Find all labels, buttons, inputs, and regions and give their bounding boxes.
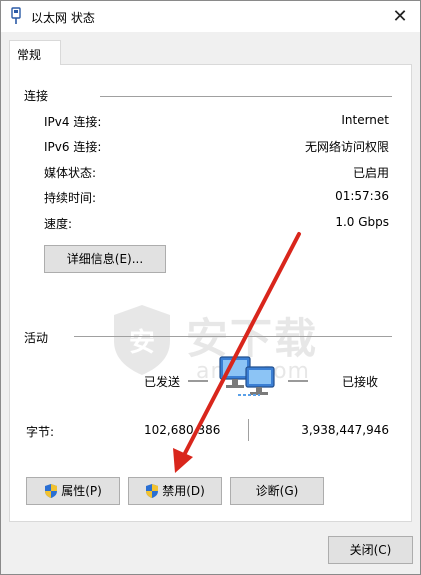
bytes-received-value: 3,938,447,946 <box>301 423 389 437</box>
ipv4-value: Internet <box>341 113 389 127</box>
uac-shield-icon <box>45 483 58 498</box>
received-line <box>288 380 308 382</box>
close-icon[interactable]: ✕ <box>380 1 420 32</box>
media-state-label: 媒体状态: <box>44 166 97 180</box>
diagnose-button[interactable]: 诊断(G) <box>230 477 324 505</box>
ethernet-status-window: 以太网 状态 ✕ 常规 连接 IPv4 连接: Internet IPv6 连接… <box>0 0 421 575</box>
details-button-label: 详细信息(E)... <box>66 252 144 266</box>
sent-label: 已发送 <box>144 375 181 389</box>
network-computers-icon <box>219 356 275 396</box>
activity-section-divider <box>74 336 392 337</box>
uac-shield-icon <box>146 483 159 498</box>
tab-general[interactable]: 常规 <box>9 40 61 65</box>
bytes-label: 字节: <box>26 425 55 439</box>
ipv6-value: 无网络访问权限 <box>304 140 389 154</box>
watermark-logo-glyph: 安 <box>129 328 155 358</box>
duration-value: 01:57:36 <box>335 189 389 203</box>
bytes-divider <box>248 419 249 441</box>
general-panel: 连接 IPv4 连接: Internet IPv6 连接: 无网络访问权限 媒体… <box>9 64 412 522</box>
activity-section-label: 活动 <box>24 331 49 345</box>
window-title: 以太网 状态 <box>31 11 95 25</box>
bytes-sent-value: 102,680,386 <box>144 423 221 437</box>
connection-section-divider <box>100 96 392 97</box>
diagnose-button-label: 诊断(G) <box>255 484 299 498</box>
connection-section-label: 连接 <box>24 89 49 103</box>
speed-value: 1.0 Gbps <box>335 215 389 229</box>
received-label: 已接收 <box>342 375 379 389</box>
sent-line <box>188 380 208 382</box>
speed-label: 速度: <box>44 217 73 231</box>
media-state-value: 已启用 <box>352 166 389 180</box>
ethernet-icon <box>11 7 21 24</box>
disable-button[interactable]: 禁用(D) <box>128 477 222 505</box>
duration-label: 持续时间: <box>44 191 97 205</box>
disable-button-label: 禁用(D) <box>162 484 205 498</box>
close-button-label: 关闭(C) <box>349 543 392 557</box>
title-bar: 以太网 状态 ✕ <box>1 1 420 32</box>
ipv6-label: IPv6 连接: <box>44 140 102 154</box>
watermark-shield-logo: 安 <box>114 305 170 375</box>
ipv4-label: IPv4 连接: <box>44 115 102 129</box>
tab-general-label: 常规 <box>17 48 42 62</box>
properties-button[interactable]: 属性(P) <box>26 477 120 505</box>
close-button[interactable]: 关闭(C) <box>328 536 413 564</box>
details-button[interactable]: 详细信息(E)... <box>44 245 166 273</box>
properties-button-label: 属性(P) <box>61 484 102 498</box>
